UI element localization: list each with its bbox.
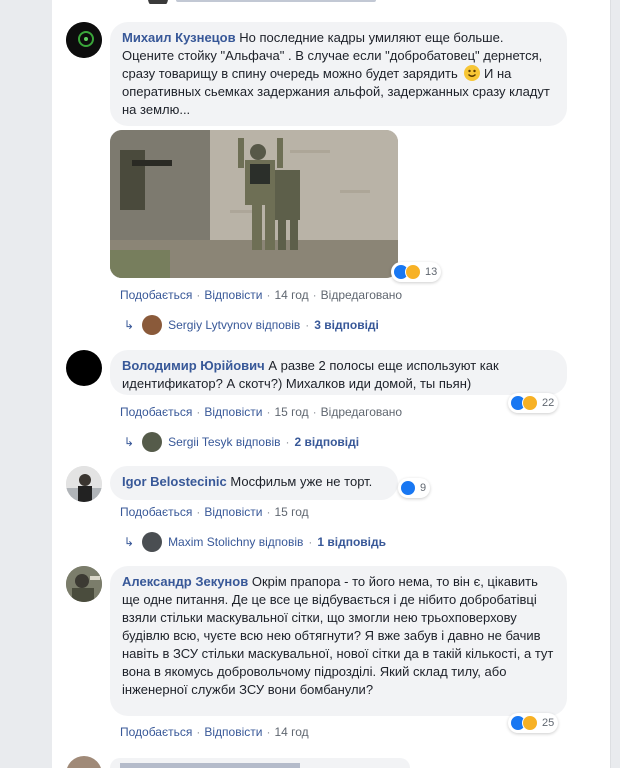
reaction-count: 9 — [420, 482, 427, 494]
avatar — [142, 315, 163, 335]
like-link[interactable]: Подобається — [120, 725, 192, 739]
comment-author[interactable]: Михаил Кузнецов — [122, 30, 236, 45]
comment-author[interactable]: Александр Зекунов — [122, 574, 248, 589]
haha-reaction-icon — [405, 264, 421, 280]
replies-count[interactable]: 3 відповіді — [314, 318, 379, 332]
reactions-badge[interactable]: 13 — [391, 262, 442, 282]
like-link[interactable]: Подобається — [120, 288, 192, 302]
replier-name[interactable]: Maxim Stolichny відповів — [168, 535, 303, 549]
replier-name[interactable]: Sergii Tesyk відповів — [168, 435, 280, 449]
comment-bubble: Михаил Кузнецов Но последние кадры умиля… — [110, 22, 567, 126]
comment-photo[interactable] — [110, 130, 398, 278]
view-replies[interactable]: ↳ Sergiy Lytvynov відповів · 3 відповіді — [124, 315, 379, 335]
comment-bubble: Igor Belostecinic Мосфильм уже не торт. — [110, 466, 398, 500]
edited-label[interactable]: Відредаговано — [321, 405, 402, 419]
reactions-badge[interactable]: 22 — [508, 393, 559, 413]
replier-name[interactable]: Sergiy Lytvynov відповів — [168, 318, 300, 332]
reaction-count: 22 — [542, 397, 555, 409]
edited-label[interactable]: Відредаговано — [321, 288, 402, 302]
reply-arrow-icon: ↳ — [124, 318, 135, 332]
like-link[interactable]: Подобається — [120, 505, 192, 519]
reactions-badge[interactable]: 25 — [508, 713, 559, 733]
reaction-count: 25 — [542, 717, 555, 729]
avatar[interactable] — [66, 466, 102, 502]
avatar — [142, 432, 163, 452]
reply-link[interactable]: Відповісти — [204, 288, 262, 302]
comment-bubble: Александр Зекунов Окрім прапора - то йог… — [110, 566, 567, 716]
reply-link[interactable]: Відповісти — [204, 505, 262, 519]
cut-off-comment — [110, 758, 410, 768]
reply-arrow-icon: ↳ — [124, 435, 135, 449]
view-replies[interactable]: ↳ Maxim Stolichny відповів · 1 відповідь — [124, 532, 386, 552]
reactions-badge[interactable]: 9 — [398, 478, 431, 498]
haha-reaction-icon — [522, 715, 538, 731]
like-reaction-icon — [400, 480, 416, 496]
avatar — [142, 532, 163, 552]
comment-author[interactable]: Igor Belostecinic — [122, 474, 227, 489]
reaction-count: 13 — [425, 266, 438, 278]
smile-emoji-icon — [464, 65, 481, 81]
timestamp[interactable]: 15 год — [274, 505, 308, 519]
timestamp[interactable]: 15 год — [274, 405, 308, 419]
comment-text: Мосфильм уже не торт. — [230, 474, 373, 489]
reply-link[interactable]: Відповісти — [204, 405, 262, 419]
page-edge — [610, 0, 620, 768]
timestamp[interactable]: 14 год — [274, 288, 308, 302]
comment-actions: Подобається · Відповісти · 15 год — [120, 505, 309, 519]
haha-reaction-icon — [522, 395, 538, 411]
cut-off-reply-row — [130, 0, 390, 4]
avatar[interactable] — [66, 22, 102, 58]
comment-actions: Подобається · Відповісти · 14 год — [120, 725, 309, 739]
replies-count[interactable]: 1 відповідь — [317, 535, 386, 549]
comment-author[interactable]: Володимир Юрійович — [122, 358, 265, 373]
comment-actions: Подобається · Відповісти · 15 год · Відредагов… — [120, 405, 403, 419]
comment-text: Окрім прапора - то його нема, то він є, … — [122, 574, 554, 697]
reply-arrow-icon: ↳ — [124, 535, 135, 549]
comment-actions: Подобається · Відповісти · 14 год · Відредагов… — [120, 288, 403, 302]
reply-link[interactable]: Відповісти — [204, 725, 262, 739]
comment-bubble: Володимир Юрійович А разве 2 полосы еще … — [110, 350, 567, 395]
timestamp[interactable]: 14 год — [274, 725, 308, 739]
avatar[interactable] — [66, 566, 102, 602]
replies-count[interactable]: 2 відповіді — [295, 435, 360, 449]
like-link[interactable]: Подобається — [120, 405, 192, 419]
avatar[interactable] — [66, 350, 102, 386]
view-replies[interactable]: ↳ Sergii Tesyk відповів · 2 відповіді — [124, 432, 359, 452]
